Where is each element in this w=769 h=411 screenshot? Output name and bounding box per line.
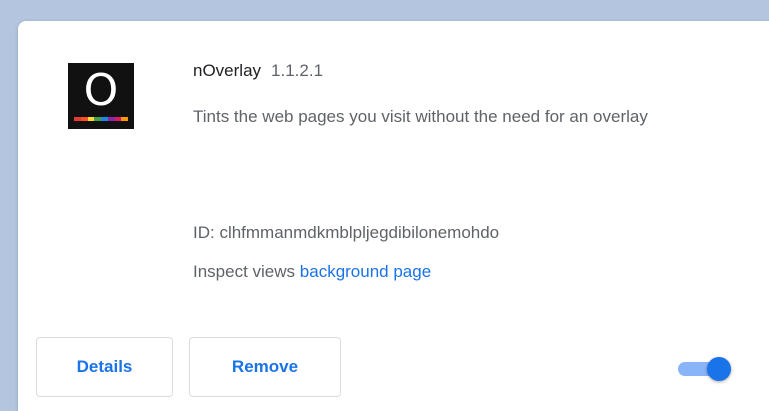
rainbow-segment	[94, 117, 101, 121]
rainbow-segment	[74, 117, 81, 121]
extension-card: O nOverlay 1.1.2.1 Tints the web pages yo…	[18, 21, 769, 411]
extension-version: 1.1.2.1	[271, 61, 324, 80]
details-button[interactable]: Details	[36, 337, 173, 397]
extension-name: nOverlay	[193, 61, 262, 80]
toggle-knob	[707, 357, 731, 381]
inspect-views-label: Inspect views	[193, 262, 296, 281]
extension-title: nOverlay 1.1.2.1	[193, 61, 323, 81]
rainbow-segment	[87, 117, 95, 121]
logo-rainbow-bar	[74, 117, 128, 121]
enable-extension-toggle[interactable]	[675, 356, 735, 381]
background-page-link[interactable]: background page	[300, 262, 431, 281]
rainbow-segment	[121, 117, 128, 121]
rainbow-segment	[107, 117, 115, 121]
extension-id: ID: clhfmmanmdkmblpljegdibilonemohdo	[193, 223, 500, 242]
noverlay-logo-icon: O	[68, 63, 134, 129]
rainbow-segment	[114, 117, 122, 121]
rainbow-segment	[80, 117, 88, 121]
extension-description: Tints the web pages you visit without th…	[193, 107, 648, 126]
logo-letter: O	[83, 65, 119, 116]
inspect-views: Inspect views background page	[193, 262, 431, 282]
rainbow-segment	[101, 117, 108, 121]
remove-button[interactable]: Remove	[189, 337, 341, 397]
